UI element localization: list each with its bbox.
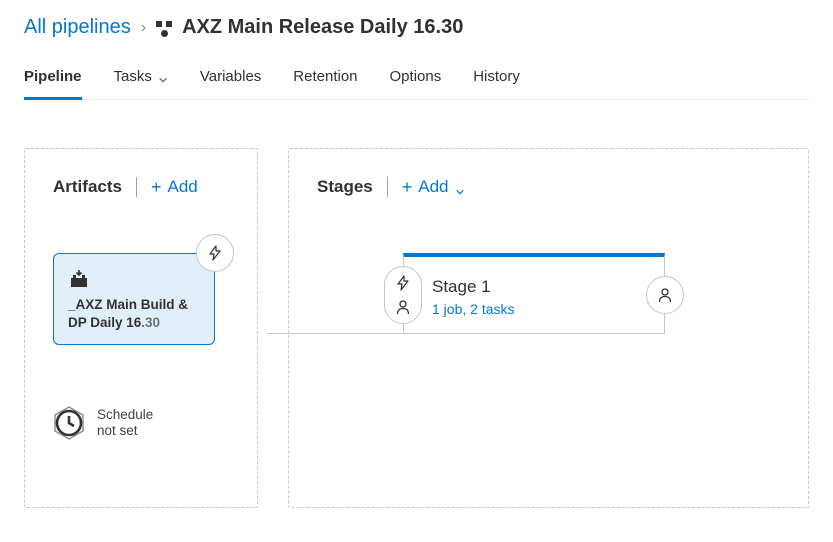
schedule-hex-icon <box>53 405 85 441</box>
pipeline-title-text: AXZ Main Release Daily 16.30 <box>182 16 463 39</box>
tab-tasks-label: Tasks <box>114 68 152 85</box>
tab-retention[interactable]: Retention <box>293 64 357 100</box>
tab-pipeline[interactable]: Pipeline <box>24 64 82 100</box>
pipeline-canvas: Artifacts + Add _AXZ Main Build & DP Dai… <box>24 148 809 508</box>
stage-name: Stage 1 <box>432 277 636 297</box>
divider <box>136 177 137 197</box>
person-icon <box>395 299 411 315</box>
divider <box>387 177 388 197</box>
stage-predeploy-conditions[interactable] <box>384 266 422 324</box>
tab-options[interactable]: Options <box>390 64 442 100</box>
artifact-trigger-button[interactable] <box>196 234 234 272</box>
stage-postdeploy-conditions[interactable] <box>646 276 684 314</box>
artifacts-heading: Artifacts <box>53 177 122 197</box>
stages-panel: Stages + Add Stage 1 1 job, 2 tasks <box>288 148 809 508</box>
tab-variables[interactable]: Variables <box>200 64 261 100</box>
add-artifact-button[interactable]: + Add <box>151 177 198 197</box>
clock-icon <box>53 405 85 441</box>
artifacts-panel: Artifacts + Add _AXZ Main Build & DP Dai… <box>24 148 258 508</box>
chevron-down-icon <box>158 72 168 82</box>
person-icon <box>657 287 673 303</box>
chevron-right-icon: › <box>141 19 146 37</box>
pipeline-title[interactable]: AXZ Main Release Daily 16.30 <box>156 16 463 39</box>
build-artifact-icon <box>68 268 90 290</box>
schedule-line2: not set <box>97 423 153 440</box>
stage-card[interactable]: Stage 1 1 job, 2 tasks <box>403 253 665 334</box>
release-pipeline-icon <box>156 21 174 35</box>
schedule-line1: Schedule <box>97 407 153 424</box>
tabs: Pipeline Tasks Variables Retention Optio… <box>24 63 809 100</box>
all-pipelines-link[interactable]: All pipelines <box>24 16 131 39</box>
artifact-card[interactable]: _AXZ Main Build & DP Daily 16.30 <box>53 253 215 345</box>
stages-heading: Stages <box>317 177 373 197</box>
artifact-schedule[interactable]: Schedule not set <box>53 405 229 441</box>
plus-icon: + <box>402 178 413 196</box>
stage-job-summary-link[interactable]: 1 job, 2 tasks <box>432 301 636 317</box>
lightning-icon <box>395 275 411 291</box>
add-artifact-label: Add <box>167 177 197 197</box>
lightning-icon <box>207 245 223 261</box>
add-stage-button[interactable]: + Add <box>402 177 465 197</box>
plus-icon: + <box>151 178 162 196</box>
artifact-name: _AXZ Main Build & DP Daily 16.30 <box>68 296 200 332</box>
chevron-down-icon <box>455 182 465 192</box>
tab-tasks[interactable]: Tasks <box>114 64 168 100</box>
breadcrumb: All pipelines › AXZ Main Release Daily 1… <box>24 16 809 39</box>
tab-history[interactable]: History <box>473 64 520 100</box>
add-stage-label: Add <box>418 177 448 197</box>
